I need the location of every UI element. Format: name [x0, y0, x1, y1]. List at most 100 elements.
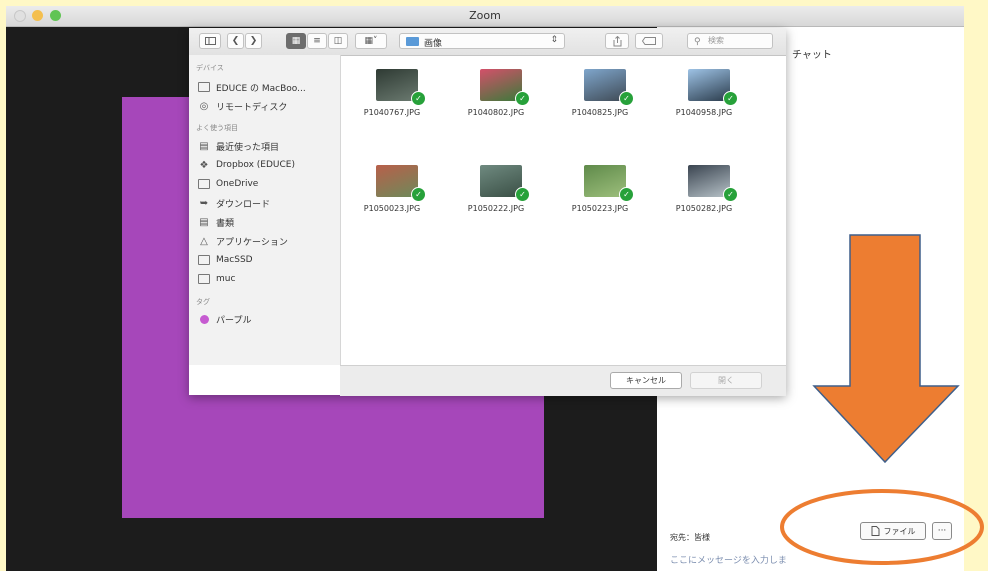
- folder-icon: [198, 178, 210, 190]
- dropbox-icon: ❖: [199, 159, 209, 171]
- column-view-icon: ◫: [333, 36, 343, 46]
- checkmark-icon: ✓: [619, 91, 634, 106]
- laptop-icon: [198, 81, 210, 93]
- sidebar-item-macbook[interactable]: EDUCE の MacBoo...: [198, 79, 306, 95]
- sidebar-heading-devices: デバイス: [196, 64, 224, 72]
- sidebar-item-label: パープル: [216, 315, 252, 326]
- checkmark-icon: ✓: [723, 187, 738, 202]
- folder-icon: [406, 37, 419, 46]
- sidebar-icon: [204, 37, 216, 45]
- highlight-ellipse-shape: [780, 489, 984, 565]
- sidebar-item-label: 最近使った項目: [216, 142, 280, 153]
- sidebar-item-label: muc: [216, 274, 236, 284]
- file-item[interactable]: ✓ P1050223.JPG: [548, 151, 652, 223]
- applications-icon: △: [200, 235, 208, 247]
- file-item[interactable]: ✓ P1040958.JPG: [652, 55, 756, 127]
- search-placeholder: 検索: [708, 36, 724, 45]
- file-name: P1040958.JPG: [675, 108, 733, 117]
- file-item[interactable]: ✓ P1040767.JPG: [340, 55, 444, 127]
- file-item[interactable]: ✓ P1050222.JPG: [444, 151, 548, 223]
- icon-view-button[interactable]: ▦: [286, 33, 306, 49]
- sidebar-item-dropbox[interactable]: ❖ Dropbox (EDUCE): [198, 157, 295, 173]
- sidebar-item-downloads[interactable]: ➥ ダウンロード: [198, 195, 270, 211]
- checkmark-icon: ✓: [411, 187, 426, 202]
- file-item[interactable]: ✓ P1050282.JPG: [652, 151, 756, 223]
- chat-message-input[interactable]: ここにメッセージを入力しま: [670, 553, 787, 566]
- drive-icon: [198, 254, 210, 266]
- window-titlebar: Zoom: [6, 6, 964, 27]
- checkmark-icon: ✓: [619, 187, 634, 202]
- recents-icon: ▤: [199, 140, 209, 152]
- file-name: P1050223.JPG: [571, 204, 629, 213]
- window-title: Zoom: [469, 9, 501, 22]
- down-arrow-shape: [812, 234, 960, 464]
- chevron-right-icon: ❯: [249, 36, 258, 46]
- checkmark-icon: ✓: [515, 187, 530, 202]
- forward-button[interactable]: ❯: [245, 33, 262, 49]
- gallery-view-button[interactable]: ▦˅: [355, 33, 387, 49]
- tag-icon: [642, 37, 656, 45]
- documents-icon: ▤: [199, 216, 209, 228]
- list-view-icon: ≡: [313, 36, 321, 46]
- sidebar-item-label: MacSSD: [216, 255, 253, 265]
- updown-chevron-icon: ⇕: [550, 35, 558, 45]
- folder-icon: [198, 273, 210, 285]
- down-arrow-annotation: [812, 234, 960, 464]
- sidebar-item-tag-purple[interactable]: パープル: [198, 311, 251, 327]
- file-item[interactable]: ✓ P1040825.JPG: [548, 55, 652, 127]
- disc-icon: ◎: [199, 100, 209, 112]
- file-name: P1040802.JPG: [467, 108, 525, 117]
- purple-tag-dot-icon: [198, 313, 210, 325]
- dialog-sidebar: デバイス EDUCE の MacBoo... ◎ リモートディスク よく使う項目…: [189, 55, 341, 365]
- gallery-view-icon: ▦˅: [364, 36, 378, 46]
- file-open-dialog: ❮ ❯ ▦ ≡ ◫ ▦˅ 画像 ⇕ ⚲ 検索 デバイス EDUCE の MacB…: [189, 28, 786, 396]
- sidebar-item-label: Dropbox (EDUCE): [216, 160, 295, 170]
- sidebar-item-recents[interactable]: ▤ 最近使った項目: [198, 138, 279, 154]
- location-dropdown[interactable]: 画像 ⇕: [399, 33, 565, 49]
- download-icon: ➥: [199, 197, 209, 209]
- tag-button[interactable]: [635, 33, 663, 49]
- grid-view-icon: ▦: [291, 36, 301, 46]
- sidebar-item-applications[interactable]: △ アプリケーション: [198, 233, 288, 249]
- sidebar-item-label: 書類: [216, 218, 235, 229]
- list-view-button[interactable]: ≡: [307, 33, 327, 49]
- share-icon: [613, 35, 621, 46]
- file-name: P1050222.JPG: [467, 204, 525, 213]
- open-button[interactable]: 開く: [690, 372, 762, 389]
- chat-title: チャット: [792, 50, 832, 61]
- sidebar-item-muc[interactable]: muc: [198, 271, 235, 287]
- file-item[interactable]: ✓ P1040802.JPG: [444, 55, 548, 127]
- chat-recipient-label[interactable]: 宛先：皆様: [670, 532, 710, 543]
- share-button[interactable]: [605, 33, 629, 49]
- sidebar-item-label: ダウンロード: [216, 199, 271, 210]
- column-view-button[interactable]: ◫: [328, 33, 348, 49]
- highlight-ellipse-annotation: [780, 489, 984, 565]
- sidebar-item-onedrive[interactable]: OneDrive: [198, 176, 258, 192]
- sidebar-item-label: アプリケーション: [216, 237, 288, 248]
- sidebar-item-label: リモートディスク: [216, 102, 288, 113]
- location-label: 画像: [424, 39, 443, 49]
- sidebar-toggle-button[interactable]: [199, 33, 221, 49]
- sidebar-item-label: OneDrive: [216, 179, 259, 189]
- dialog-toolbar: ❮ ❯ ▦ ≡ ◫ ▦˅ 画像 ⇕ ⚲ 検索: [189, 28, 786, 56]
- chevron-left-icon: ❮: [231, 36, 240, 46]
- file-name: P1040825.JPG: [571, 108, 629, 117]
- search-input[interactable]: ⚲ 検索: [687, 33, 773, 49]
- file-item[interactable]: ✓ P1050023.JPG: [340, 151, 444, 223]
- sidebar-item-macssd[interactable]: MacSSD: [198, 252, 253, 268]
- checkmark-icon: ✓: [411, 91, 426, 106]
- sidebar-heading-favorites: よく使う項目: [196, 124, 238, 132]
- sidebar-item-label: EDUCE の MacBoo...: [216, 83, 306, 94]
- dialog-footer: キャンセル 開く: [340, 365, 786, 396]
- search-icon: ⚲: [694, 37, 701, 47]
- file-name: P1050023.JPG: [363, 204, 421, 213]
- sidebar-item-remote-disc[interactable]: ◎ リモートディスク: [198, 98, 288, 114]
- sidebar-item-documents[interactable]: ▤ 書類: [198, 214, 234, 230]
- file-grid: ✓ P1040767.JPG ✓ P1040802.JPG ✓ P1040825…: [340, 55, 786, 365]
- back-button[interactable]: ❮: [227, 33, 244, 49]
- file-name: P1040767.JPG: [363, 108, 421, 117]
- checkmark-icon: ✓: [515, 91, 530, 106]
- file-name: P1050282.JPG: [675, 204, 733, 213]
- checkmark-icon: ✓: [723, 91, 738, 106]
- cancel-button[interactable]: キャンセル: [610, 372, 682, 389]
